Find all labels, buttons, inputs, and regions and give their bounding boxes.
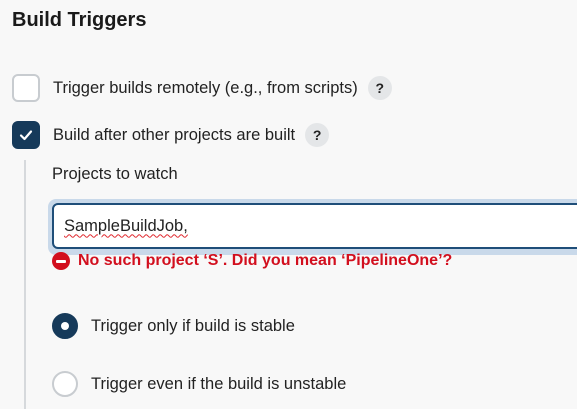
nested-options-divider [24, 160, 26, 409]
radio-dot [61, 322, 69, 330]
trigger-stable-label[interactable]: Trigger only if build is stable [91, 317, 295, 336]
build-after-other-option[interactable]: Build after other projects are built ? [12, 121, 330, 149]
validation-error: No such project ‘S’. Did you mean ‘Pipel… [52, 252, 452, 270]
trigger-stable-radio[interactable] [52, 313, 78, 339]
projects-to-watch-value[interactable]: SampleBuildJob, [64, 217, 188, 236]
trigger-stable-option[interactable]: Trigger only if build is stable [52, 313, 295, 339]
build-after-other-checkbox[interactable] [12, 121, 40, 149]
section-title: Build Triggers [12, 9, 147, 31]
trigger-remote-checkbox[interactable] [12, 74, 40, 102]
trigger-unstable-label[interactable]: Trigger even if the build is unstable [91, 375, 346, 394]
trigger-remote-option[interactable]: Trigger builds remotely (e.g., from scri… [12, 74, 392, 102]
projects-to-watch-input[interactable]: SampleBuildJob, [52, 203, 577, 249]
projects-to-watch-label: Projects to watch [52, 165, 178, 183]
build-triggers-section: Build Triggers Trigger builds remotely (… [0, 0, 577, 409]
error-icon [52, 252, 70, 270]
trigger-unstable-radio[interactable] [52, 371, 78, 397]
help-icon[interactable]: ? [305, 123, 330, 147]
trigger-remote-label[interactable]: Trigger builds remotely (e.g., from scri… [53, 79, 358, 98]
checkmark-icon [19, 130, 33, 141]
error-message: No such project ‘S’. Did you mean ‘Pipel… [78, 252, 453, 269]
build-after-other-label[interactable]: Build after other projects are built [53, 126, 295, 145]
help-icon[interactable]: ? [367, 76, 392, 100]
trigger-unstable-option[interactable]: Trigger even if the build is unstable [52, 371, 346, 397]
